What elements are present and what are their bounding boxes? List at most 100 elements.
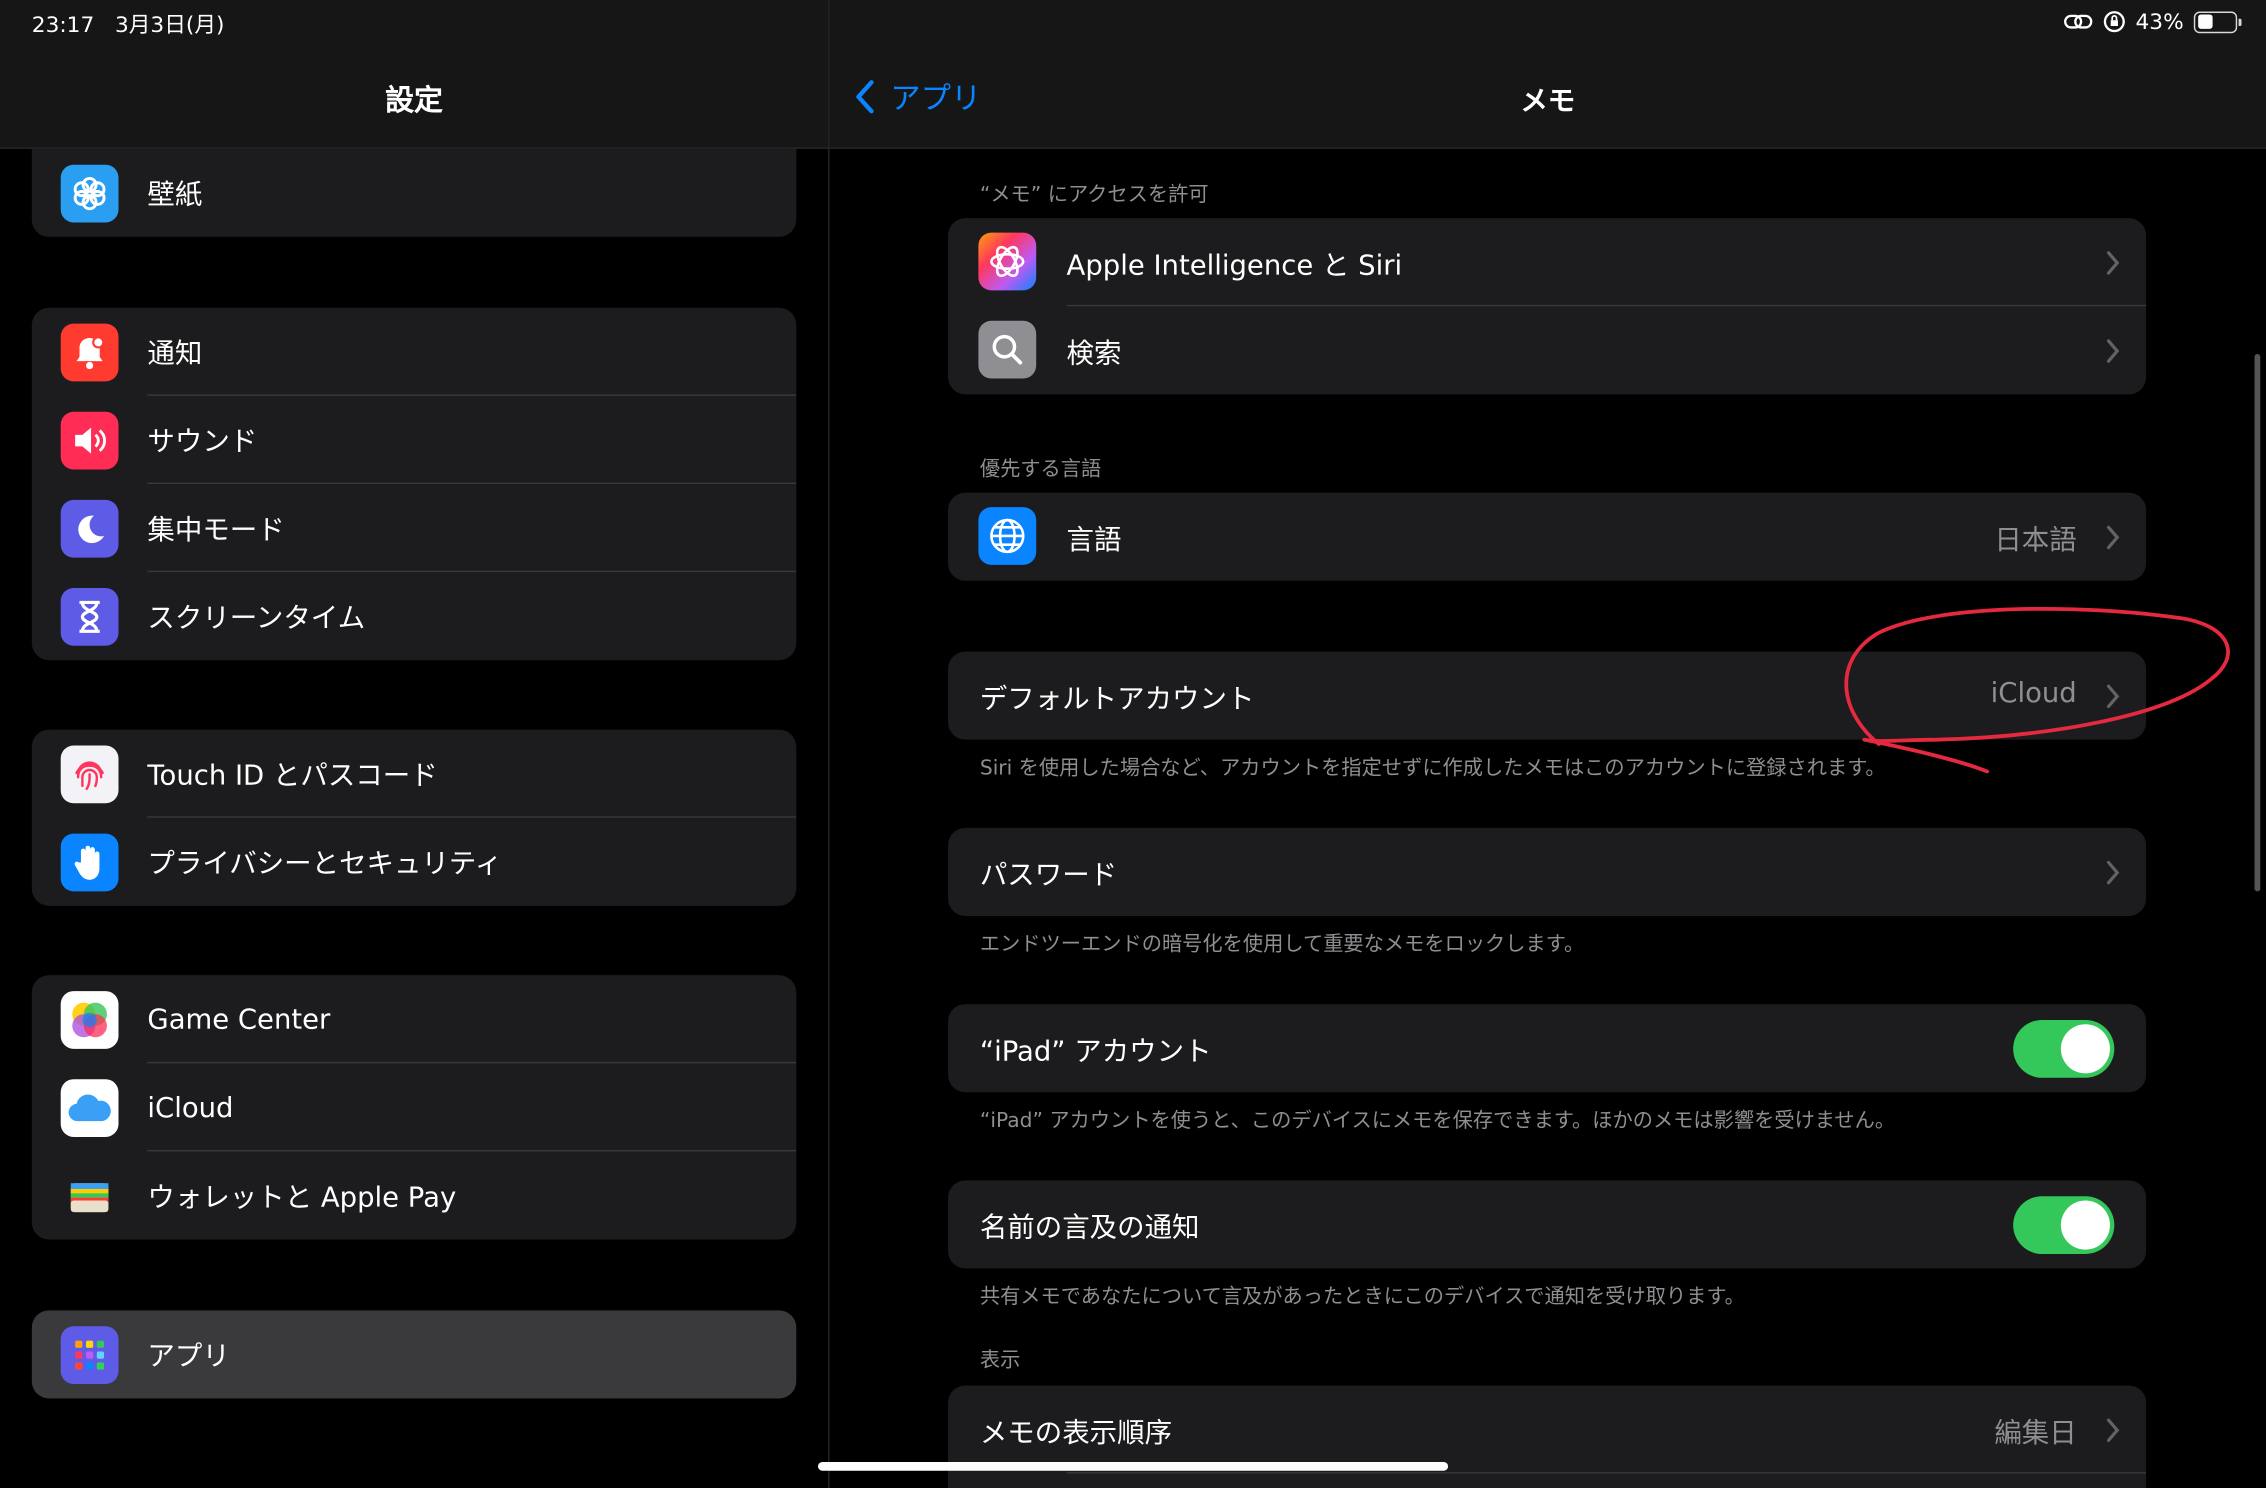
sidebar-item-focus[interactable]: 集中モード — [32, 484, 797, 573]
language-row[interactable]: 言語 日本語 — [948, 493, 2146, 581]
battery-icon — [2193, 10, 2242, 33]
access-card: Apple Intelligence と Siri 検索 — [948, 218, 2147, 395]
search-icon — [978, 320, 1037, 379]
status-date: 3月3日(月) — [114, 11, 225, 38]
password-row[interactable]: パスワード — [948, 828, 2146, 916]
sidebar-item-label: プライバシーとセキュリティ — [147, 848, 503, 880]
sidebar-group-apps: アプリ — [31, 1310, 797, 1399]
sidebar-item-game-center[interactable]: Game Center — [32, 975, 797, 1064]
ipad-account-toggle[interactable] — [2013, 1019, 2115, 1078]
default-account-label: デフォルトアカウント — [979, 683, 1255, 716]
bell-icon — [60, 323, 119, 382]
chevron-right-icon — [2106, 251, 2120, 275]
language-value: 日本語 — [1994, 524, 2077, 557]
password-label: パスワード — [979, 859, 1118, 892]
mention-card: 名前の言及の通知 — [948, 1180, 2147, 1269]
siri-row[interactable]: Apple Intelligence と Siri — [948, 218, 2147, 307]
sidebar-item-label: Touch ID とパスコード — [147, 759, 438, 792]
apps-grid-icon — [60, 1326, 119, 1385]
sidebar-item-apps[interactable]: アプリ — [31, 1310, 797, 1399]
default-account-card: デフォルトアカウント iCloud — [948, 651, 2147, 740]
password-note: エンドツーエンドの暗号化を使用して重要なメモをロックします。 — [979, 933, 1585, 957]
status-indicators: 43% — [2063, 8, 2242, 35]
speaker-icon — [60, 411, 119, 470]
icloud-icon — [60, 1079, 119, 1137]
password-card: パスワード — [948, 827, 2147, 916]
toggle-knob — [2060, 1024, 2110, 1074]
default-account-row[interactable]: デフォルトアカウント iCloud — [948, 652, 2146, 740]
mention-note: 共有メモであなたについて言及があったときにこのデバイスで通知を受け取ります。 — [979, 1285, 1745, 1309]
language-section-header: 優先する言語 — [979, 457, 1102, 482]
ipad-account-card: “iPad” アカウント — [948, 1004, 2147, 1093]
search-label: 検索 — [1066, 338, 1122, 370]
ipad-account-row: “iPad” アカウント — [948, 1004, 2146, 1092]
hourglass-icon — [60, 587, 119, 646]
sidebar-item-label: ウォレットと Apple Pay — [147, 1181, 457, 1214]
detail-header: アプリ メモ — [829, 0, 2266, 149]
sidebar-item-wallpaper[interactable]: 壁紙 — [32, 149, 797, 237]
sidebar-item-icloud[interactable]: iCloud — [32, 1063, 797, 1152]
toggle-knob — [2060, 1200, 2110, 1250]
sidebar-group-accounts: Game Center iCloud ウォレットと Apple Pay — [31, 975, 797, 1240]
sidebar-item-label: アプリ — [147, 1340, 230, 1373]
sidebar-group-notifications: 通知 サウンド 集中モード スクリーンタイム — [31, 307, 797, 661]
sidebar-item-label: Game Center — [147, 1003, 331, 1036]
ipad-account-note: “iPad” アカウントを使うと、このデバイスにメモを保存できます。ほかのメモは… — [979, 1109, 1896, 1133]
siri-label: Apple Intelligence と Siri — [1066, 249, 1403, 282]
sort-order-value: 編集日 — [1994, 1417, 2077, 1450]
display-section-header: 表示 — [979, 1349, 1021, 1373]
battery-fill — [2197, 14, 2213, 29]
sidebar-item-privacy[interactable]: プライバシーとセキュリティ — [32, 818, 797, 906]
ipad-account-label: “iPad” アカウント — [979, 1035, 1212, 1068]
mention-label: 名前の言及の通知 — [979, 1212, 1200, 1244]
mention-toggle[interactable] — [2013, 1196, 2115, 1254]
home-indicator[interactable] — [817, 1462, 1449, 1471]
chevron-right-icon — [2106, 860, 2120, 885]
access-section-header: “メモ” にアクセスを許可 — [979, 183, 1209, 207]
language-label: 言語 — [1066, 524, 1122, 557]
sidebar-item-touch-id[interactable]: Touch ID とパスコード — [32, 730, 797, 818]
sidebar-item-label: スクリーンタイム — [147, 602, 366, 635]
wallet-icon — [60, 1167, 119, 1226]
sidebar-group-display: 壁紙 — [31, 148, 797, 237]
sidebar-item-screen-time[interactable]: スクリーンタイム — [32, 572, 797, 660]
status-time-date: 23:17 3月3日(月) — [32, 9, 225, 39]
sidebar-item-label: 通知 — [147, 338, 203, 370]
display-card: メモの表示順序 編集日 — [948, 1385, 2147, 1488]
sidebar-title: 設定 — [385, 82, 443, 118]
sidebar-item-label: サウンド — [147, 426, 258, 458]
page-title: メモ — [1520, 85, 1576, 118]
default-account-note: Siri を使用した場合など、アカウントを指定せずに作成したメモはこのアカウント… — [979, 757, 1886, 781]
globe-icon — [978, 507, 1037, 565]
chevron-right-icon — [2106, 339, 2120, 363]
battery-percent: 43% — [2135, 8, 2184, 35]
notes-settings-pane: アプリ メモ “メモ” にアクセスを許可 Apple Intelligence … — [829, 0, 2266, 1488]
link-icon — [2063, 14, 2092, 29]
wallpaper-icon — [60, 164, 119, 223]
mention-row: 名前の言及の通知 — [948, 1180, 2146, 1268]
siri-icon — [978, 232, 1037, 291]
search-row[interactable]: 検索 — [948, 306, 2146, 394]
sidebar-item-label: iCloud — [147, 1091, 234, 1124]
language-card: 言語 日本語 — [948, 492, 2147, 581]
sidebar-item-sounds[interactable]: サウンド — [32, 396, 797, 484]
status-time: 23:17 — [31, 11, 95, 38]
chevron-right-icon — [2106, 525, 2120, 550]
sidebar-item-wallet[interactable]: ウォレットと Apple Pay — [32, 1151, 797, 1239]
sidebar-item-label: 壁紙 — [147, 179, 203, 211]
scrollbar[interactable] — [2254, 353, 2261, 892]
moon-icon — [60, 499, 119, 558]
default-account-value: iCloud — [1990, 677, 2077, 710]
chevron-right-icon — [2106, 1418, 2120, 1442]
settings-sidebar: 設定 壁紙 通知 サウンド 集中モード スクリーンタイム Touch ID とパ… — [0, 0, 829, 1488]
sidebar-item-label: 集中モード — [147, 514, 285, 547]
sidebar-item-notifications[interactable]: 通知 — [32, 308, 797, 396]
game-center-icon — [60, 991, 119, 1049]
sidebar-group-security: Touch ID とパスコード プライバシーとセキュリティ — [31, 729, 797, 906]
fingerprint-icon — [60, 745, 119, 804]
sort-order-label: メモの表示順序 — [979, 1417, 1173, 1450]
sort-order-row[interactable]: メモの表示順序 編集日 — [948, 1385, 2147, 1474]
rotation-lock-icon — [2103, 11, 2125, 33]
hand-icon — [60, 833, 119, 892]
chevron-right-icon — [2106, 684, 2120, 709]
